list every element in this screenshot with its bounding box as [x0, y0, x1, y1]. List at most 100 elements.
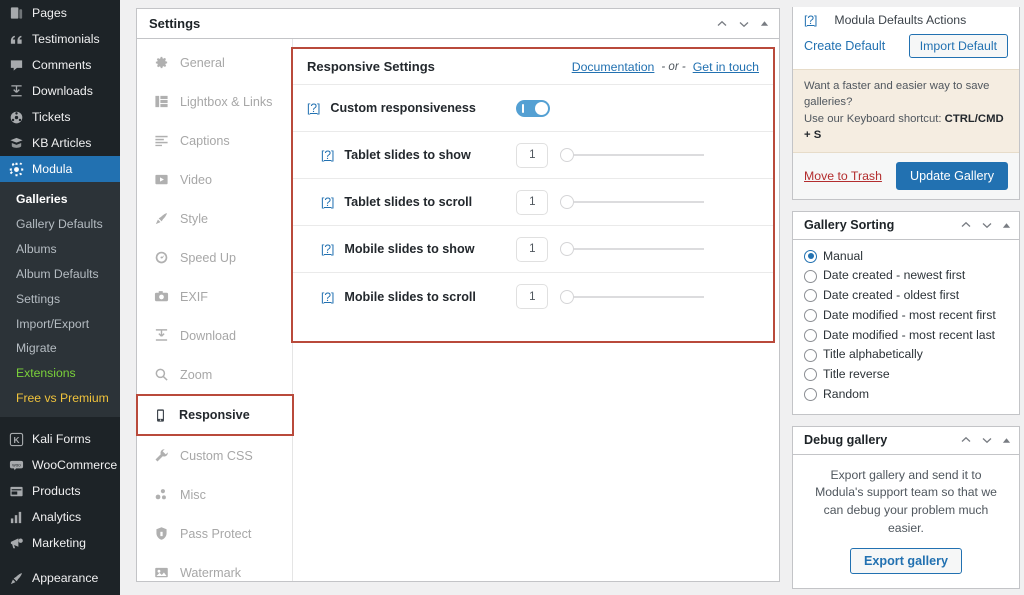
submenu-item-import-export[interactable]: Import/Export [0, 312, 120, 337]
tab-pass-protect[interactable]: Pass Protect [137, 514, 292, 553]
sidebar-item-plugins[interactable]: Plugins 2 [0, 591, 120, 595]
slider-handle[interactable] [560, 148, 575, 162]
help-icon[interactable]: [?] [321, 148, 334, 162]
tab-zoom[interactable]: Zoom [137, 355, 292, 394]
import-default-button[interactable]: Import Default [908, 34, 1008, 58]
row-label: Tablet slides to show [344, 148, 471, 162]
submenu-item-album-defaults[interactable]: Album Defaults [0, 262, 120, 287]
sort-option-title-alphabetically[interactable]: Title alphabetically [804, 345, 1008, 365]
move-down-icon[interactable] [738, 18, 750, 30]
tab-style[interactable]: Style [137, 199, 292, 238]
tab-responsive[interactable]: Responsive [136, 394, 294, 436]
sidebar-item-comments[interactable]: Comments [0, 52, 120, 78]
sort-option-date-modified-recent-last[interactable]: Date modified - most recent last [804, 326, 1008, 346]
get-in-touch-link[interactable]: Get in touch [693, 60, 759, 74]
documentation-link[interactable]: Documentation [572, 60, 655, 74]
row-tablet-slides-to-scroll: [?] Tablet slides to scroll 1 [293, 179, 773, 226]
sidebar-item-testimonials[interactable]: Testimonials [0, 26, 120, 52]
sidebar-item-analytics[interactable]: Analytics [0, 504, 120, 530]
mobile-slides-to-scroll-input[interactable]: 1 [516, 284, 549, 309]
slider-handle[interactable] [560, 289, 575, 304]
sidebar-item-marketing[interactable]: Marketing [0, 530, 120, 556]
move-up-icon[interactable] [716, 18, 728, 30]
custom-responsiveness-toggle[interactable] [516, 99, 551, 117]
row-label: Custom responsiveness [330, 101, 476, 115]
radio-icon[interactable] [804, 249, 817, 263]
help-icon[interactable]: [?] [804, 13, 817, 27]
tab-misc[interactable]: Misc [137, 475, 292, 514]
sidebar-item-products[interactable]: Products [0, 478, 120, 504]
radio-icon[interactable] [804, 269, 817, 283]
sidebar-item-kb-articles[interactable]: KB Articles [0, 130, 120, 156]
tab-captions[interactable]: Captions [137, 121, 292, 160]
gallery-sorting-controls [960, 219, 1011, 231]
tab-watermark[interactable]: Watermark [137, 553, 292, 592]
sidebar-item-downloads[interactable]: Downloads [0, 78, 120, 104]
radio-icon[interactable] [804, 388, 817, 402]
help-icon[interactable]: [?] [307, 101, 320, 115]
sidebar-item-kali-forms[interactable]: K Kali Forms [0, 426, 120, 452]
help-icon[interactable]: [?] [321, 290, 334, 304]
slider-handle[interactable] [560, 195, 575, 209]
submenu-item-extensions[interactable]: Extensions [0, 361, 120, 386]
collapse-toggle-icon[interactable] [1002, 221, 1011, 230]
update-gallery-button[interactable]: Update Gallery [896, 161, 1008, 190]
submenu-item-gallery-defaults[interactable]: Gallery Defaults [0, 212, 120, 237]
move-up-icon[interactable] [960, 219, 972, 231]
radio-icon[interactable] [804, 289, 817, 303]
submenu-item-galleries[interactable]: Galleries [0, 187, 120, 212]
submenu-item-migrate[interactable]: Migrate [0, 336, 120, 361]
export-gallery-button[interactable]: Export gallery [850, 548, 962, 575]
collapse-toggle-icon[interactable] [760, 19, 769, 28]
tab-custom-css[interactable]: Custom CSS [137, 436, 292, 475]
radio-icon[interactable] [804, 309, 817, 323]
sidebar-item-modula[interactable]: Modula [0, 156, 120, 182]
help-icon[interactable]: [?] [321, 242, 334, 256]
tab-label: Download [180, 328, 237, 343]
sort-option-manual[interactable]: Manual [804, 247, 1008, 267]
tablet-slides-to-show-input[interactable]: 1 [516, 142, 549, 168]
modula-icon [7, 160, 25, 178]
slider-handle[interactable] [560, 242, 575, 256]
sort-option-date-modified-recent-first[interactable]: Date modified - most recent first [804, 306, 1008, 326]
collapse-toggle-icon[interactable] [1002, 436, 1011, 445]
tablet-slides-to-scroll-input[interactable]: 1 [516, 189, 549, 215]
comment-icon [7, 56, 25, 74]
tab-exif[interactable]: EXIF [137, 277, 292, 316]
mobile-slides-to-show-input[interactable]: 1 [516, 236, 549, 262]
move-to-trash-link[interactable]: Move to Trash [804, 169, 882, 183]
tab-speed-up[interactable]: Speed Up [137, 238, 292, 277]
sort-option-title-reverse[interactable]: Title reverse [804, 365, 1008, 385]
settings-metabox-title: Settings [149, 16, 201, 31]
tab-video[interactable]: Video [137, 160, 292, 199]
sort-option-date-created-newest[interactable]: Date created - newest first [804, 266, 1008, 286]
tab-general[interactable]: General [137, 43, 292, 82]
move-down-icon[interactable] [981, 219, 993, 231]
mobile-slides-to-scroll-slider[interactable] [560, 289, 705, 304]
tablet-slides-to-scroll-slider[interactable] [560, 195, 705, 209]
modula-defaults-actions-row: [?] Modula Defaults Actions [793, 7, 1019, 34]
tab-download[interactable]: Download [137, 316, 292, 355]
sidebar-item-woocommerce[interactable]: woo WooCommerce [0, 452, 120, 478]
help-icon[interactable]: [?] [321, 195, 334, 209]
create-default-link[interactable]: Create Default [804, 39, 885, 53]
move-up-icon[interactable] [960, 434, 972, 446]
submenu-item-settings[interactable]: Settings [0, 287, 120, 312]
sidebar-item-appearance[interactable]: Appearance [0, 565, 120, 591]
tablet-slides-to-show-slider[interactable] [560, 148, 705, 162]
panel-header: Responsive Settings Documentation - or -… [293, 49, 773, 85]
sidebar-item-tickets[interactable]: Tickets [0, 104, 120, 130]
sidebar-item-pages[interactable]: Pages [0, 0, 120, 26]
radio-icon[interactable] [804, 348, 817, 362]
radio-icon[interactable] [804, 328, 817, 342]
tab-lightbox-links[interactable]: Lightbox & Links [137, 82, 292, 121]
radio-icon[interactable] [804, 368, 817, 382]
mobile-slides-to-show-slider[interactable] [560, 242, 705, 256]
move-down-icon[interactable] [981, 434, 993, 446]
submenu-item-albums[interactable]: Albums [0, 237, 120, 262]
sort-option-date-created-oldest[interactable]: Date created - oldest first [804, 286, 1008, 306]
sort-option-random[interactable]: Random [804, 385, 1008, 405]
submenu-item-free-vs-premium[interactable]: Free vs Premium [0, 386, 120, 411]
row-tablet-slides-to-show: [?] Tablet slides to show 1 [293, 132, 773, 179]
publish-metabox: [?] Modula Defaults Actions Create Defau… [792, 7, 1020, 200]
